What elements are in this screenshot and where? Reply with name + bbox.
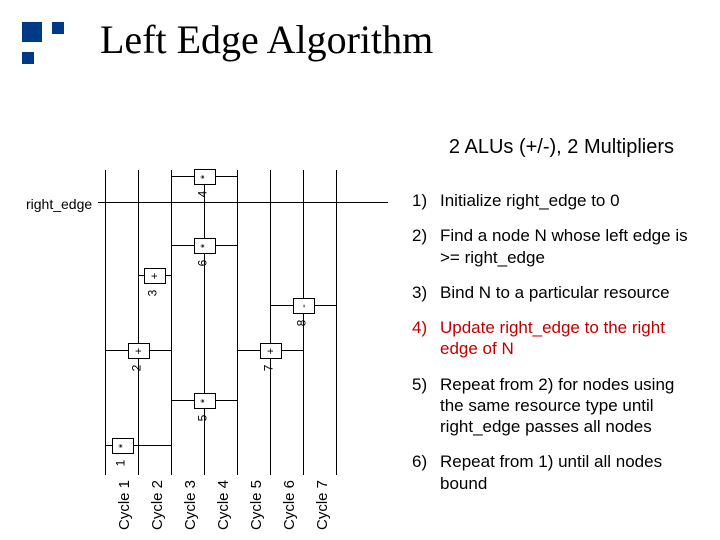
node-7: + <box>260 343 282 359</box>
step-3: 3)Bind N to a particular resource <box>412 282 696 303</box>
accent-square-large <box>22 22 42 42</box>
cycle-5-label: Cycle 5 <box>248 480 265 530</box>
step-4: 4)Update right_edge to the right edge of… <box>412 317 696 360</box>
node-7-num: 7 <box>261 365 275 372</box>
page-title: Left Edge Algorithm <box>100 16 433 63</box>
node-2-num: 2 <box>129 365 143 372</box>
node-8-num: 8 <box>294 320 308 327</box>
gridline <box>105 170 106 475</box>
cycle-3-label: Cycle 3 <box>182 480 199 530</box>
accent-square-small-right <box>52 22 64 34</box>
accent-square-small-bottom <box>22 52 34 64</box>
subtitle: 2 ALUs (+/-), 2 Multipliers <box>449 136 674 159</box>
cycle-7-label: Cycle 7 <box>314 480 331 530</box>
node-6: * <box>194 238 216 254</box>
node-1: * <box>112 438 134 454</box>
step-1: 1)Initialize right_edge to 0 <box>412 190 696 211</box>
step-2: 2)Find a node N whose left edge is >= ri… <box>412 225 696 268</box>
gridline <box>138 170 139 475</box>
node-4: * <box>194 169 216 185</box>
node-1-num: 1 <box>113 460 127 467</box>
node-5-num: 5 <box>195 415 209 422</box>
cycle-2-label: Cycle 2 <box>149 480 166 530</box>
node-4-num: 4 <box>195 191 209 198</box>
steps-list: 1)Initialize right_edge to 0 2)Find a no… <box>412 190 696 508</box>
node-2: + <box>128 343 150 359</box>
right-edge-label: right_edge <box>26 196 92 212</box>
cycle-6-label: Cycle 6 <box>281 480 298 530</box>
node-3: + <box>144 268 166 284</box>
node-5: * <box>194 393 216 409</box>
node-6-num: 6 <box>195 260 209 267</box>
gridline <box>204 170 205 475</box>
gridline <box>237 170 238 475</box>
cycle-4-label: Cycle 4 <box>215 480 232 530</box>
node-3-num: 3 <box>145 290 159 297</box>
right-edge-line <box>98 202 388 203</box>
gridline <box>171 170 172 475</box>
step-6: 6)Repeat from 1) until all nodes bound <box>412 451 696 494</box>
step-5: 5)Repeat from 2) for nodes using the sam… <box>412 374 696 438</box>
node-8: - <box>293 298 315 314</box>
cycle-1-label: Cycle 1 <box>116 480 133 530</box>
gridline <box>336 170 337 475</box>
gridline <box>270 170 271 475</box>
